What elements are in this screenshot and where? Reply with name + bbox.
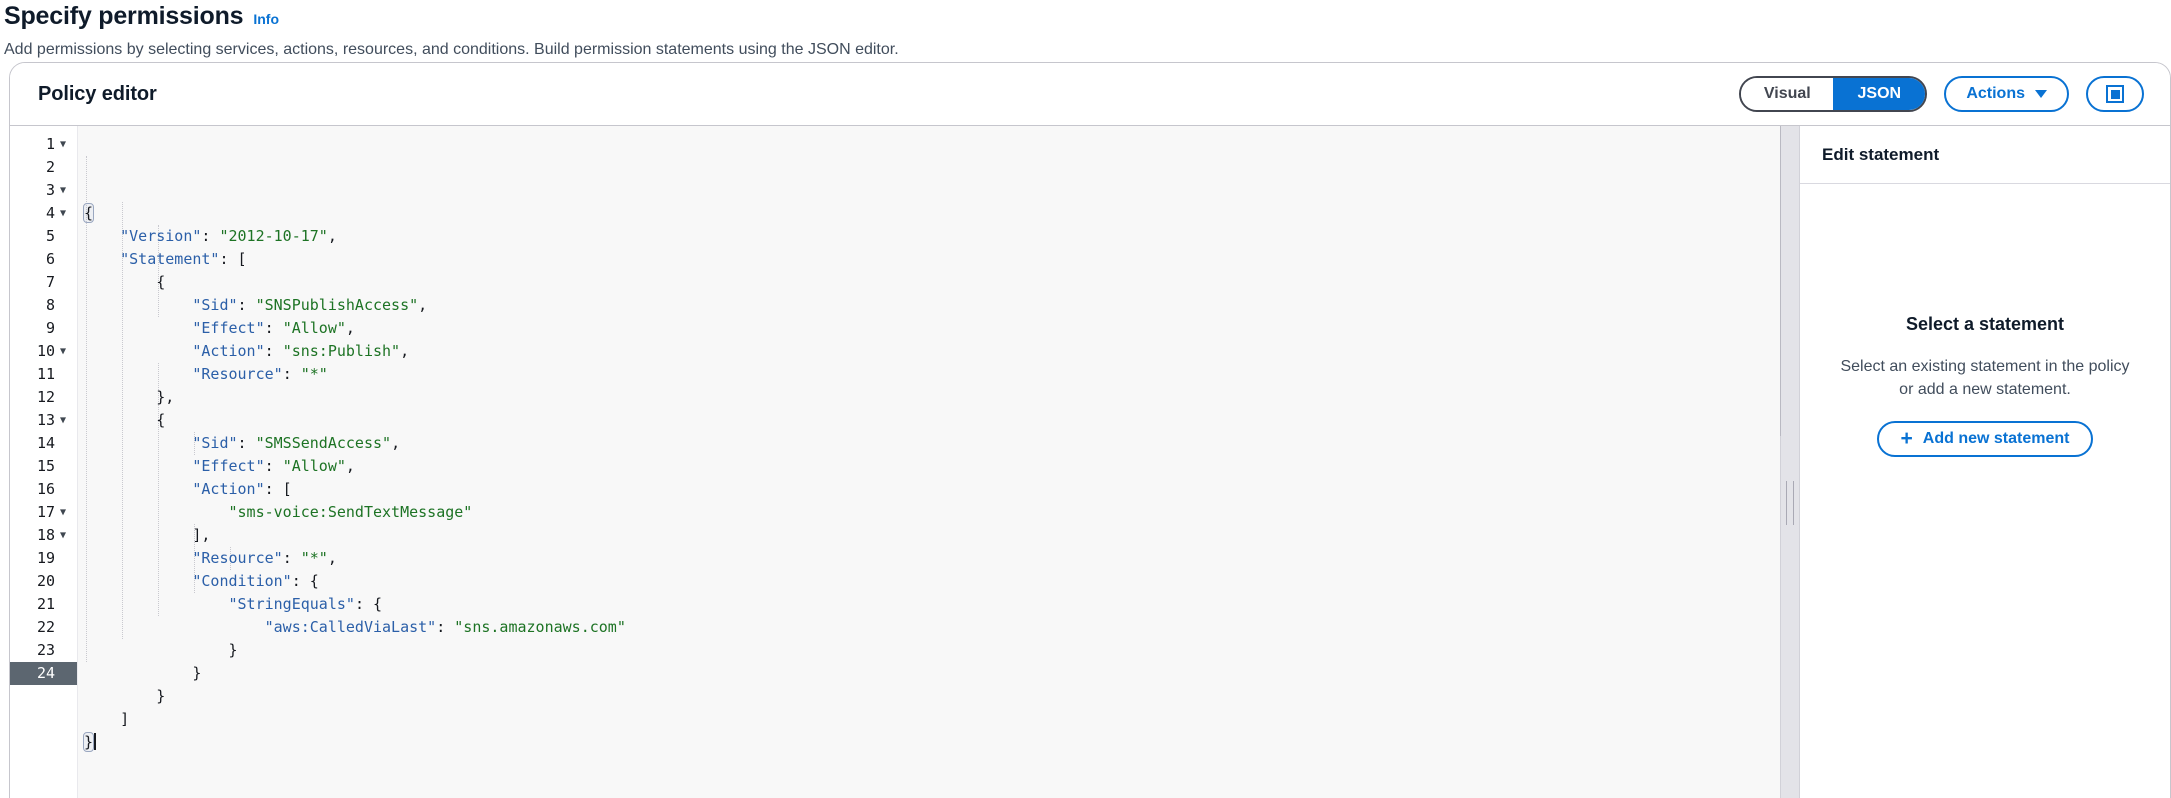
line-number-2[interactable]: 2▼ bbox=[10, 156, 77, 179]
code-line-8[interactable]: "Resource": "*" bbox=[84, 363, 1780, 386]
code-line-12[interactable]: "Effect": "Allow", bbox=[84, 455, 1780, 478]
chevron-down-icon bbox=[2035, 90, 2047, 98]
line-number-5[interactable]: 5▼ bbox=[10, 225, 77, 248]
page-description: Add permissions by selecting services, a… bbox=[4, 41, 899, 58]
page-header: Specify permissions Info Add permissions… bbox=[0, 0, 2171, 61]
text-cursor bbox=[94, 733, 97, 750]
line-number-11[interactable]: 11▼ bbox=[10, 363, 77, 386]
fold-toggle-icon[interactable]: ▼ bbox=[55, 202, 71, 225]
line-number-7[interactable]: 7▼ bbox=[10, 271, 77, 294]
code-line-10[interactable]: { bbox=[84, 409, 1780, 432]
code-line-7[interactable]: "Action": "sns:Publish", bbox=[84, 340, 1780, 363]
tab-visual[interactable]: Visual bbox=[1741, 78, 1834, 110]
code-line-22[interactable]: } bbox=[84, 685, 1780, 708]
line-number-1[interactable]: 1 ▼ bbox=[10, 133, 77, 156]
tab-json[interactable]: JSON bbox=[1833, 78, 1926, 110]
fullscreen-expand-icon bbox=[2106, 85, 2124, 103]
code-line-2[interactable]: "Version": "2012-10-17", bbox=[84, 225, 1780, 248]
add-new-statement-label: Add new statement bbox=[1922, 430, 2070, 447]
line-number-3[interactable]: 3 ▼ bbox=[10, 179, 77, 202]
code-line-21[interactable]: } bbox=[84, 662, 1780, 685]
code-line-13[interactable]: "Action": [ bbox=[84, 478, 1780, 501]
edit-statement-title: Edit statement bbox=[1822, 144, 1940, 164]
actions-button-label: Actions bbox=[1966, 85, 2025, 102]
code-line-14[interactable]: "sms-voice:SendTextMessage" bbox=[84, 501, 1780, 524]
json-code-editor[interactable]: 1▼2▼3▼4▼5▼6▼7▼8▼9▼10▼11▼12▼13▼14▼15▼16▼1… bbox=[10, 126, 1780, 798]
edit-statement-header: Edit statement bbox=[1800, 126, 2170, 184]
fold-toggle-icon[interactable]: ▼ bbox=[55, 524, 71, 547]
edit-statement-empty-state: Select a statement Select an existing st… bbox=[1800, 184, 2170, 798]
code-line-11[interactable]: "Sid": "SMSSendAccess", bbox=[84, 432, 1780, 455]
line-number-16[interactable]: 16▼ bbox=[10, 478, 77, 501]
line-number-23[interactable]: 23▼ bbox=[10, 639, 77, 662]
split-pane-grip-icon bbox=[1786, 481, 1794, 525]
fold-toggle-icon[interactable]: ▼ bbox=[55, 501, 71, 524]
code-line-15[interactable]: ], bbox=[84, 524, 1780, 547]
fullscreen-button[interactable] bbox=[2086, 76, 2144, 112]
policy-editor-toolbar: Visual JSON Actions bbox=[1739, 76, 2144, 112]
page-title: Specify permissions bbox=[4, 2, 244, 30]
empty-state-description: Select an existing statement in the poli… bbox=[1840, 358, 2130, 398]
line-number-15[interactable]: 15▼ bbox=[10, 455, 77, 478]
code-line-6[interactable]: "Effect": "Allow", bbox=[84, 317, 1780, 340]
line-number-10[interactable]: 10 ▼ bbox=[10, 340, 77, 363]
edit-statement-panel: Edit statement Select a statement Select… bbox=[1800, 126, 2170, 798]
code-line-18[interactable]: "StringEquals": { bbox=[84, 593, 1780, 616]
plus-icon: + bbox=[1900, 427, 1913, 450]
code-line-17[interactable]: "Condition": { bbox=[84, 570, 1780, 593]
empty-state-title: Select a statement bbox=[1905, 314, 2065, 334]
code-line-5[interactable]: "Sid": "SNSPublishAccess", bbox=[84, 294, 1780, 317]
line-number-9[interactable]: 9▼ bbox=[10, 317, 77, 340]
split-pane-divider[interactable] bbox=[1780, 126, 1800, 798]
specify-permissions-page: Specify permissions Info Add permissions… bbox=[0, 0, 2171, 798]
fold-toggle-icon[interactable]: ▼ bbox=[55, 409, 71, 432]
editor-mode-toggle[interactable]: Visual JSON bbox=[1739, 76, 1928, 112]
policy-editor-card: Policy editor Visual JSON Actions 1 ▼ 2 … bbox=[9, 62, 2171, 798]
line-number-4[interactable]: 4 ▼ bbox=[10, 202, 77, 225]
code-line-24[interactable]: } bbox=[82, 731, 1780, 754]
policy-editor-body: 1▼2▼3▼4▼5▼6▼7▼8▼9▼10▼11▼12▼13▼14▼15▼16▼1… bbox=[10, 126, 2170, 798]
line-number-21[interactable]: 21▼ bbox=[10, 593, 77, 616]
policy-editor-header: Policy editor Visual JSON Actions bbox=[10, 63, 2170, 126]
code-line-1[interactable]: { bbox=[82, 202, 1780, 225]
editor-line-number-gutter[interactable]: 1▼2▼3▼4▼5▼6▼7▼8▼9▼10▼11▼12▼13▼14▼15▼16▼1… bbox=[10, 126, 78, 798]
line-number-19[interactable]: 19▼ bbox=[10, 547, 77, 570]
code-line-9[interactable]: }, bbox=[84, 386, 1780, 409]
line-number-13[interactable]: 13 ▼ bbox=[10, 409, 77, 432]
line-number-8[interactable]: 8▼ bbox=[10, 294, 77, 317]
policy-editor-title: Policy editor bbox=[38, 82, 157, 105]
page-title-row: Specify permissions Info bbox=[4, 0, 2171, 31]
info-link[interactable]: Info bbox=[253, 10, 279, 28]
line-number-6[interactable]: 6▼ bbox=[10, 248, 77, 271]
fold-toggle-icon[interactable]: ▼ bbox=[55, 133, 71, 156]
line-number-14[interactable]: 14▼ bbox=[10, 432, 77, 455]
line-number-24[interactable]: 24▼ bbox=[10, 662, 77, 685]
code-line-19[interactable]: "aws:CalledViaLast": "sns.amazonaws.com" bbox=[84, 616, 1780, 639]
line-number-22[interactable]: 22▼ bbox=[10, 616, 77, 639]
line-number-17[interactable]: 17 ▼ bbox=[10, 501, 77, 524]
code-line-20[interactable]: } bbox=[84, 639, 1780, 662]
code-line-4[interactable]: { bbox=[84, 271, 1780, 294]
code-line-3[interactable]: "Statement": [ bbox=[84, 248, 1780, 271]
actions-button[interactable]: Actions bbox=[1944, 76, 2069, 112]
code-line-16[interactable]: "Resource": "*", bbox=[84, 547, 1780, 570]
line-number-20[interactable]: 20▼ bbox=[10, 570, 77, 593]
fold-toggle-icon[interactable]: ▼ bbox=[55, 179, 71, 202]
add-new-statement-button[interactable]: + Add new statement bbox=[1876, 421, 2094, 457]
fullscreen-inner-square bbox=[2110, 89, 2120, 99]
line-number-18[interactable]: 18 ▼ bbox=[10, 524, 77, 547]
code-line-23[interactable]: ] bbox=[84, 708, 1780, 731]
fold-toggle-icon[interactable]: ▼ bbox=[55, 340, 71, 363]
line-number-12[interactable]: 12▼ bbox=[10, 386, 77, 409]
editor-code-area[interactable]: { "Version": "2012-10-17", "Statement": … bbox=[78, 126, 1780, 798]
